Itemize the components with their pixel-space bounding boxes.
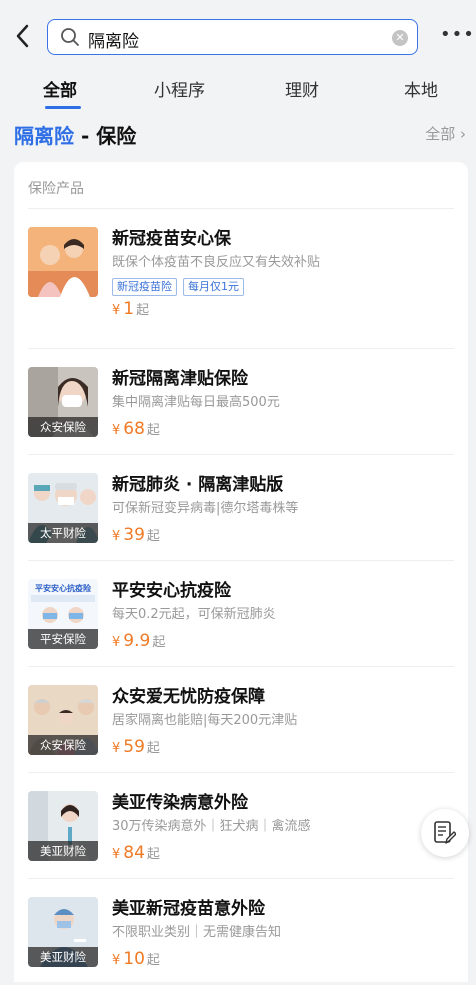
search-query: 隔离险 bbox=[88, 32, 139, 52]
price-from-label: 起 bbox=[146, 741, 160, 756]
product-tag: 新冠疫苗险 bbox=[112, 278, 177, 296]
search-input[interactable]: 隔离险 ✕ bbox=[47, 19, 418, 55]
clear-icon[interactable]: ✕ bbox=[392, 30, 408, 46]
tab-all[interactable]: 全部 bbox=[43, 76, 77, 101]
product-price: ¥84 起 bbox=[112, 843, 160, 863]
product-title: 平安安心抗疫险 bbox=[112, 581, 231, 601]
currency-symbol: ¥ bbox=[112, 741, 121, 756]
tab-mini-program[interactable]: 小程序 bbox=[154, 76, 205, 101]
price-from-label: 起 bbox=[146, 953, 160, 968]
product-title: 美亚新冠疫苗意外险 bbox=[112, 899, 265, 919]
product-description: 可保新冠变异病毒|德尔塔毒株等 bbox=[112, 501, 299, 516]
product-description: 每天0.2元起，可保新冠肺炎 bbox=[112, 607, 276, 622]
product-description: 居家隔离也能赔|每天200元津贴 bbox=[112, 713, 298, 728]
currency-symbol: ¥ bbox=[112, 953, 121, 968]
product-price: ¥9.9 起 bbox=[112, 631, 165, 651]
price-value: 59 bbox=[123, 737, 145, 757]
product-title: 众安爱无忧防疫保障 bbox=[112, 687, 265, 707]
insurance-card: 保险产品 新冠疫苗安心保 既保个体疫苗不良反应又有失效补贴 新冠疫苗险 每月仅1元… bbox=[14, 162, 468, 982]
price-value: 1 bbox=[123, 299, 135, 319]
product-description: 不限职业类别｜无需健康告知 bbox=[112, 925, 282, 940]
product-title: 新冠隔离津贴保险 bbox=[112, 369, 248, 389]
tab-bar: 全部 小程序 理财 本地 bbox=[0, 70, 476, 110]
brand-label: 平安保险 bbox=[28, 629, 98, 649]
currency-symbol: ¥ bbox=[112, 847, 121, 862]
product-image: 众安保险 bbox=[28, 367, 98, 437]
floating-edit-button[interactable] bbox=[421, 809, 469, 857]
tab-finance[interactable]: 理财 bbox=[285, 76, 319, 101]
product-price: ¥1 起 bbox=[112, 299, 149, 319]
section-header: 隔离险 - 保险 全部 › bbox=[0, 114, 476, 154]
product-item[interactable]: 美亚财险 美亚传染病意外险 30万传染病意外｜狂犬病｜禽流感 ¥84 起 bbox=[14, 773, 468, 879]
price-value: 39 bbox=[123, 525, 145, 545]
product-price: ¥10 起 bbox=[112, 949, 160, 969]
card-heading: 保险产品 bbox=[28, 181, 84, 197]
note-edit-icon bbox=[434, 821, 456, 844]
brand-label: 美亚财险 bbox=[28, 841, 98, 861]
price-from-label: 起 bbox=[146, 423, 160, 438]
brand-label: 众安保险 bbox=[28, 417, 98, 437]
thumbnail-caption: 平安安心抗疫险 bbox=[35, 584, 91, 593]
product-description: 集中隔离津贴每日最高500元 bbox=[112, 395, 280, 410]
more-icon[interactable]: ••• bbox=[440, 24, 475, 45]
product-description: 30万传染病意外｜狂犬病｜禽流感 bbox=[112, 819, 311, 834]
search-icon bbox=[61, 28, 79, 46]
product-image: 太平财险 bbox=[28, 473, 98, 543]
product-title: 新冠肺炎 · 隔离津贴版 bbox=[112, 475, 284, 495]
brand-label: 众安保险 bbox=[28, 735, 98, 755]
product-image: 平安安心抗疫险 平安保险 bbox=[28, 579, 98, 649]
currency-symbol: ¥ bbox=[112, 635, 121, 650]
price-value: 10 bbox=[123, 949, 145, 969]
back-button[interactable] bbox=[12, 22, 36, 50]
active-tab-indicator bbox=[45, 106, 81, 109]
section-suffix: - 保险 bbox=[74, 124, 137, 148]
product-item[interactable]: 众安保险 众安爱无忧防疫保障 居家隔离也能赔|每天200元津贴 ¥59 起 bbox=[14, 667, 468, 773]
currency-symbol: ¥ bbox=[112, 423, 121, 438]
section-all-link[interactable]: 全部 › bbox=[425, 123, 466, 144]
product-item[interactable]: 太平财险 新冠肺炎 · 隔离津贴版 可保新冠变异病毒|德尔塔毒株等 ¥39 起 bbox=[14, 455, 468, 561]
product-item[interactable]: 平安安心抗疫险 平安保险 平安安心抗疫险 每天0.2元起，可保新冠肺炎 ¥9.9… bbox=[14, 561, 468, 667]
product-image: 众安保险 bbox=[28, 685, 98, 755]
price-from-label: 起 bbox=[146, 847, 160, 862]
price-value: 84 bbox=[123, 843, 145, 863]
product-tags: 新冠疫苗险 每月仅1元 bbox=[112, 275, 250, 296]
price-from-label: 起 bbox=[152, 635, 166, 650]
currency-symbol: ¥ bbox=[112, 529, 121, 544]
price-value: 9.9 bbox=[123, 631, 151, 651]
price-value: 68 bbox=[123, 419, 145, 439]
product-image: 美亚财险 bbox=[28, 791, 98, 861]
product-item[interactable]: 美亚财险 美亚新冠疫苗意外险 不限职业类别｜无需健康告知 ¥10 起 bbox=[14, 879, 468, 985]
section-all-label: 全部 bbox=[425, 125, 456, 143]
tab-local[interactable]: 本地 bbox=[404, 76, 438, 101]
product-item[interactable]: 新冠疫苗安心保 既保个体疫苗不良反应又有失效补贴 新冠疫苗险 每月仅1元 ¥1 起 bbox=[14, 209, 468, 349]
section-keyword: 隔离险 bbox=[14, 124, 74, 148]
product-image bbox=[28, 227, 98, 297]
back-arrow-icon bbox=[16, 24, 29, 48]
product-title: 美亚传染病意外险 bbox=[112, 793, 248, 813]
top-bar: 隔离险 ✕ ••• bbox=[0, 0, 476, 70]
product-price: ¥59 起 bbox=[112, 737, 160, 757]
price-from-label: 起 bbox=[136, 303, 150, 318]
chevron-right-icon: › bbox=[455, 125, 466, 143]
product-tag: 每月仅1元 bbox=[183, 278, 244, 296]
price-from-label: 起 bbox=[146, 529, 160, 544]
brand-label: 美亚财险 bbox=[28, 947, 98, 967]
product-price: ¥39 起 bbox=[112, 525, 160, 545]
product-description: 既保个体疫苗不良反应又有失效补贴 bbox=[112, 255, 321, 270]
currency-symbol: ¥ bbox=[112, 303, 121, 318]
section-title: 隔离险 - 保险 bbox=[14, 120, 136, 149]
product-price: ¥68 起 bbox=[112, 419, 160, 439]
product-image: 美亚财险 bbox=[28, 897, 98, 967]
product-item[interactable]: 众安保险 新冠隔离津贴保险 集中隔离津贴每日最高500元 ¥68 起 bbox=[14, 349, 468, 455]
product-title: 新冠疫苗安心保 bbox=[112, 229, 231, 249]
brand-label: 太平财险 bbox=[28, 523, 98, 543]
